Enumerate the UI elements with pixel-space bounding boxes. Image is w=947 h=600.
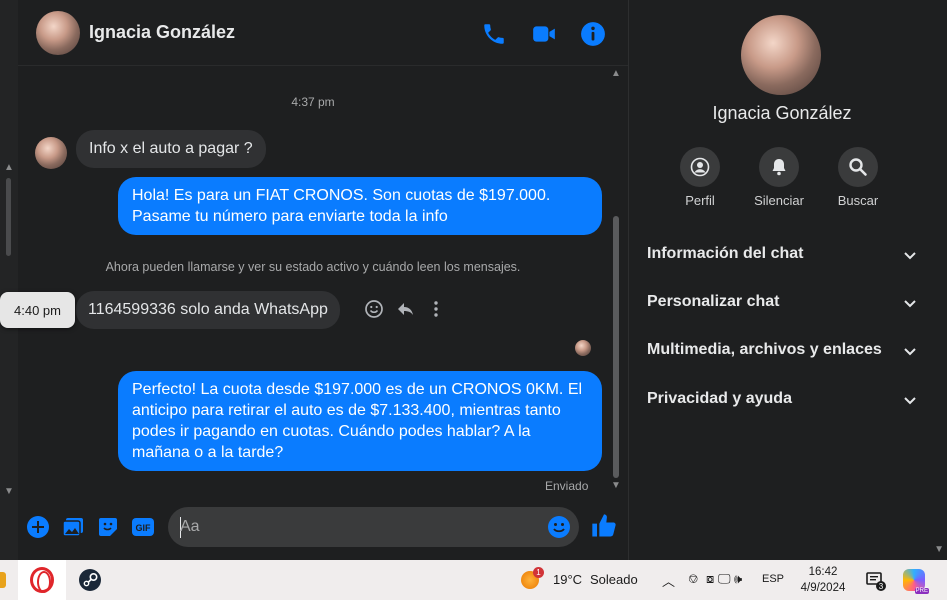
- section-customize-chat[interactable]: Personalizar chat: [647, 293, 917, 323]
- clock[interactable]: 16:42 4/9/2024: [795, 564, 851, 596]
- panel-contact-name: Ignacia González: [712, 103, 852, 123]
- incoming-message[interactable]: 1164599336 solo anda WhatsApp: [76, 291, 340, 329]
- language-indicator[interactable]: ESP: [762, 573, 784, 585]
- gif-icon[interactable]: GIF: [131, 515, 155, 539]
- profile-action[interactable]: Perfil: [665, 147, 735, 208]
- app-icon[interactable]: [0, 572, 6, 588]
- opera-browser-icon[interactable]: [18, 560, 66, 600]
- clock-date: 4/9/2024: [800, 582, 846, 594]
- chat-pane: Ignacia González ▲ ▼ 4:37 pm Info x el a…: [18, 0, 628, 560]
- info-icon[interactable]: [580, 21, 606, 47]
- contact-profile-avatar[interactable]: [741, 15, 821, 95]
- react-emoji-icon[interactable]: [364, 299, 384, 324]
- section-label: Personalizar chat: [647, 293, 780, 310]
- chat-notice: Ahora pueden llamarse y ver su estado ac…: [105, 260, 521, 274]
- clock-time: 16:42: [808, 566, 838, 578]
- like-thumb-icon[interactable]: [590, 512, 618, 540]
- section-label: Multimedia, archivos y enlaces: [647, 341, 882, 358]
- section-chat-info[interactable]: Información del chat: [647, 245, 917, 275]
- weather-temperature: 19°C: [553, 572, 583, 587]
- mute-action[interactable]: Silenciar: [744, 147, 814, 208]
- copilot-icon[interactable]: PRE: [903, 569, 929, 594]
- section-label: Información del chat: [647, 245, 804, 262]
- camera-icon[interactable]: ⧇: [706, 571, 714, 587]
- section-privacy-help[interactable]: Privacidad y ayuda: [647, 390, 917, 420]
- contact-avatar[interactable]: [36, 11, 80, 55]
- composer: GIF Aa: [18, 500, 628, 558]
- scroll-down-arrow-icon[interactable]: ▼: [611, 480, 621, 491]
- outgoing-message[interactable]: Hola! Es para un FIAT CRONOS. Son cuotas…: [118, 177, 602, 235]
- message-sender-avatar[interactable]: [35, 137, 67, 169]
- svg-text:GIF: GIF: [136, 523, 152, 533]
- message-time-tooltip: 4:40 pm: [0, 292, 75, 328]
- phone-call-icon[interactable]: [481, 21, 507, 47]
- scroll-up-arrow-icon[interactable]: ▲: [4, 162, 14, 173]
- contact-name[interactable]: Ignacia González: [89, 22, 235, 43]
- scroll-up-arrow-icon[interactable]: ▲: [611, 68, 621, 79]
- weather-condition: Soleado: [590, 572, 638, 587]
- chevron-down-icon[interactable]: [903, 344, 917, 358]
- network-icon[interactable]: 🖵: [718, 571, 731, 587]
- mute-action-label: Silenciar: [754, 193, 804, 208]
- left-scrollbar[interactable]: ▲ ▼: [0, 0, 18, 560]
- chat-header: Ignacia González: [18, 0, 628, 66]
- scroll-thumb[interactable]: [6, 178, 11, 256]
- chat-info-panel: Ignacia González Perfil Silenciar Buscar…: [628, 0, 947, 560]
- system-tray: ︿ ⎊ ⧇ 🖵 🕪: [660, 571, 760, 589]
- outgoing-message[interactable]: Perfecto! La cuota desde $197.000 es de …: [118, 371, 602, 471]
- video-call-icon[interactable]: [531, 21, 557, 47]
- bell-icon[interactable]: [759, 147, 799, 187]
- reply-icon[interactable]: [396, 299, 416, 324]
- time-separator: 4:37 pm: [291, 95, 335, 109]
- plus-icon[interactable]: [26, 515, 50, 539]
- scroll-down-arrow-icon[interactable]: ▼: [4, 486, 14, 497]
- seen-receipt-avatar: [575, 340, 591, 356]
- screen: ▲ ▼ Ignacia González ▲ ▼ 4:37 pm Info x …: [0, 0, 947, 600]
- message-input-placeholder: Aa: [180, 518, 200, 535]
- search-icon[interactable]: [838, 147, 878, 187]
- copilot-tray-icon[interactable]: ⎊: [688, 571, 698, 587]
- chat-scroll-thumb[interactable]: [613, 216, 619, 478]
- weather-alert-badge: 1: [533, 567, 544, 578]
- profile-action-label: Perfil: [685, 193, 715, 208]
- steam-icon[interactable]: [78, 568, 102, 592]
- preview-badge: PRE: [914, 588, 929, 594]
- sent-status: Enviado: [545, 479, 589, 493]
- incoming-message[interactable]: Info x el auto a pagar ?: [76, 130, 266, 168]
- section-media-files-links[interactable]: Multimedia, archivos y enlaces: [647, 341, 917, 371]
- gallery-icon[interactable]: [61, 515, 85, 539]
- taskbar: 1 19°C Soleado ︿ ⎊ ⧇ 🖵 🕪 ESP 16:42 4/9/2…: [0, 560, 947, 600]
- chevron-down-icon[interactable]: [903, 393, 917, 407]
- chevron-down-icon[interactable]: [903, 248, 917, 262]
- message-actions: [364, 299, 454, 321]
- profile-icon[interactable]: [680, 147, 720, 187]
- chevron-down-icon[interactable]: [903, 296, 917, 310]
- notification-count: 3: [879, 582, 884, 591]
- emoji-icon[interactable]: [547, 515, 571, 539]
- more-options-icon[interactable]: [426, 299, 446, 324]
- search-action-label: Buscar: [837, 193, 879, 208]
- volume-icon[interactable]: 🕪: [734, 571, 742, 587]
- weather-widget[interactable]: 1 19°C Soleado: [521, 567, 651, 591]
- section-label: Privacidad y ayuda: [647, 390, 792, 407]
- chevron-up-icon[interactable]: ︿: [662, 571, 675, 590]
- notification-icon[interactable]: 3: [865, 570, 887, 592]
- scroll-down-arrow-icon[interactable]: ▼: [934, 544, 944, 555]
- message-input[interactable]: Aa: [168, 507, 579, 547]
- sticker-icon[interactable]: [96, 515, 120, 539]
- chat-scrollbar[interactable]: ▲ ▼: [610, 68, 622, 494]
- search-action[interactable]: Buscar: [823, 147, 893, 208]
